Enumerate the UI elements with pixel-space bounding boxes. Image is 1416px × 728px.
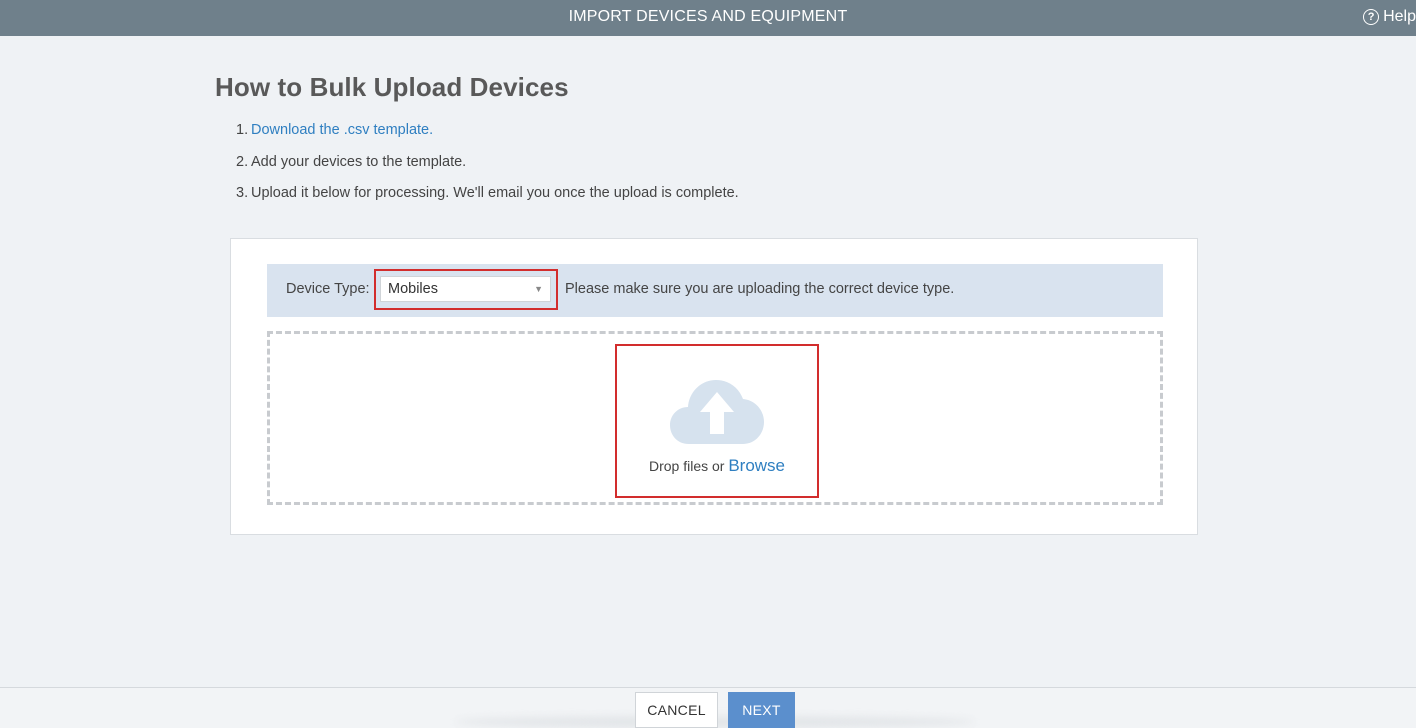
download-template-link[interactable]: Download the .csv template.: [251, 122, 433, 138]
caret-down-icon: ▼: [534, 284, 543, 294]
step-item: 2. Add your devices to the template.: [215, 153, 1215, 185]
instructions-heading: How to Bulk Upload Devices: [215, 72, 569, 102]
help-label: Help: [1383, 8, 1416, 25]
browse-link[interactable]: Browse: [728, 456, 785, 475]
page-title: IMPORT DEVICES AND EQUIPMENT: [568, 8, 848, 25]
device-type-highlight: Mobiles ▼: [374, 269, 558, 310]
step-item: 1. Download the .csv template.: [215, 121, 1215, 153]
step-number: 3.: [236, 185, 249, 201]
device-type-label: Device Type:: [286, 281, 370, 297]
step-number: 1.: [236, 122, 249, 138]
device-type-value: Mobiles: [388, 281, 438, 297]
step-number: 2.: [236, 153, 249, 170]
device-type-note: Please make sure you are uploading the c…: [565, 281, 955, 297]
drop-text: Drop files or: [648, 458, 725, 474]
cloud-upload-icon: [670, 380, 764, 444]
next-button[interactable]: NEXT: [728, 692, 795, 728]
drop-target-highlight: Drop files or Browse: [615, 344, 819, 498]
question-circle-icon: ?: [1363, 9, 1380, 25]
steps-list: 1. Download the .csv template. 2. Add yo…: [215, 121, 1215, 216]
device-type-bar: Device Type: Mobiles ▼ Please make sure …: [267, 264, 1163, 317]
device-type-select[interactable]: Mobiles ▼: [380, 276, 551, 302]
top-bar: IMPORT DEVICES AND EQUIPMENT ? Help: [0, 0, 1416, 36]
step-text: Add your devices to the template.: [251, 153, 467, 170]
file-dropzone[interactable]: Drop files or Browse: [267, 331, 1163, 505]
footer-bar: CANCEL NEXT: [0, 687, 1416, 728]
instructions-section: How to Bulk Upload Devices 1. Download t…: [215, 72, 1215, 216]
step-item: 3. Upload it below for processing. We'll…: [215, 184, 1215, 216]
help-link[interactable]: ? Help: [1363, 0, 1416, 34]
upload-card: Device Type: Mobiles ▼ Please make sure …: [230, 238, 1198, 535]
step-text: Upload it below for processing. We'll em…: [251, 185, 739, 201]
cancel-button[interactable]: CANCEL: [635, 692, 718, 728]
drop-instructions: Drop files or Browse: [617, 456, 817, 476]
